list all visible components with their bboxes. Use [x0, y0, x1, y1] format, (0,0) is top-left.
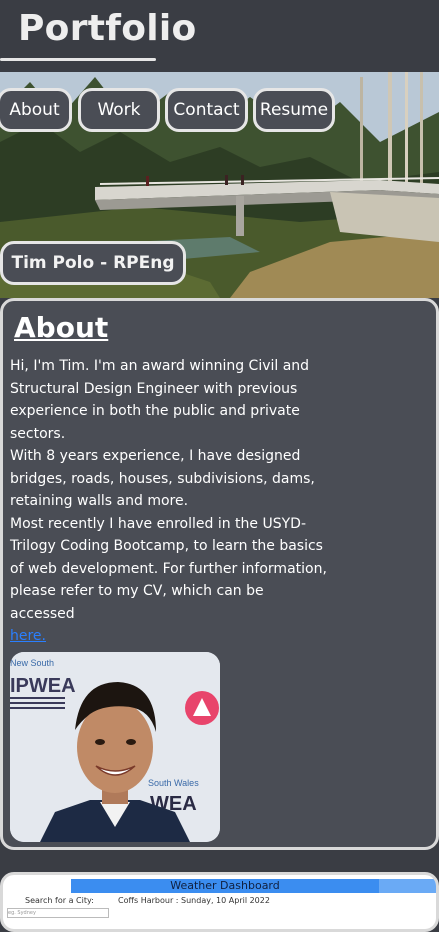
project-search-input: eg. Sydney: [7, 908, 109, 918]
portrait-caption-2: South Wales: [148, 778, 199, 788]
about-paragraph: Most recently I have enrolled in the USY…: [10, 513, 330, 648]
nav-work-button[interactable]: Work: [78, 88, 160, 132]
nav-contact-button[interactable]: Contact: [165, 88, 248, 132]
project-city-line: Coffs Harbour : Sunday, 10 April 2022: [118, 896, 270, 905]
about-heading: About: [14, 311, 109, 344]
nav-resume-button[interactable]: Resume: [253, 88, 335, 132]
nav-work-label: Work: [97, 100, 141, 120]
project-header-side: [379, 879, 436, 893]
about-section: About Hi, I'm Tim. I'm an award winning …: [0, 298, 439, 850]
about-paragraph: With 8 years experience, I have designed…: [10, 448, 315, 509]
about-paragraph: Hi, I'm Tim. I'm an award winning Civil …: [10, 358, 310, 442]
nav-contact-label: Contact: [173, 100, 240, 120]
title-underline: [0, 58, 156, 61]
nav-resume-label: Resume: [259, 100, 329, 120]
site-header: Portfolio: [0, 0, 439, 72]
project-title: Weather Dashboard: [71, 879, 379, 893]
name-badge: Tim Polo - RPEng: [0, 241, 186, 285]
portrait-photo: New South IPWEA South Wales WEA: [10, 652, 220, 842]
portrait-caption-1: New South: [10, 658, 54, 668]
nav-about-button[interactable]: About: [0, 88, 72, 132]
cv-link[interactable]: here.: [10, 628, 46, 644]
about-text: Hi, I'm Tim. I'm an award winning Civil …: [10, 355, 330, 648]
project-card-weather-dashboard[interactable]: Weather Dashboard Search for a City: Cof…: [0, 872, 439, 932]
hero-banner: About Work Contact Resume Tim Polo - RPE…: [0, 72, 439, 298]
site-title: Portfolio: [18, 8, 197, 49]
name-badge-label: Tim Polo - RPEng: [11, 253, 175, 273]
project-search-label: Search for a City:: [25, 896, 94, 905]
portrait-logo-text: IPWEA: [10, 675, 76, 697]
nav-about-label: About: [9, 100, 60, 120]
about-paragraph-text: Most recently I have enrolled in the USY…: [10, 515, 327, 622]
